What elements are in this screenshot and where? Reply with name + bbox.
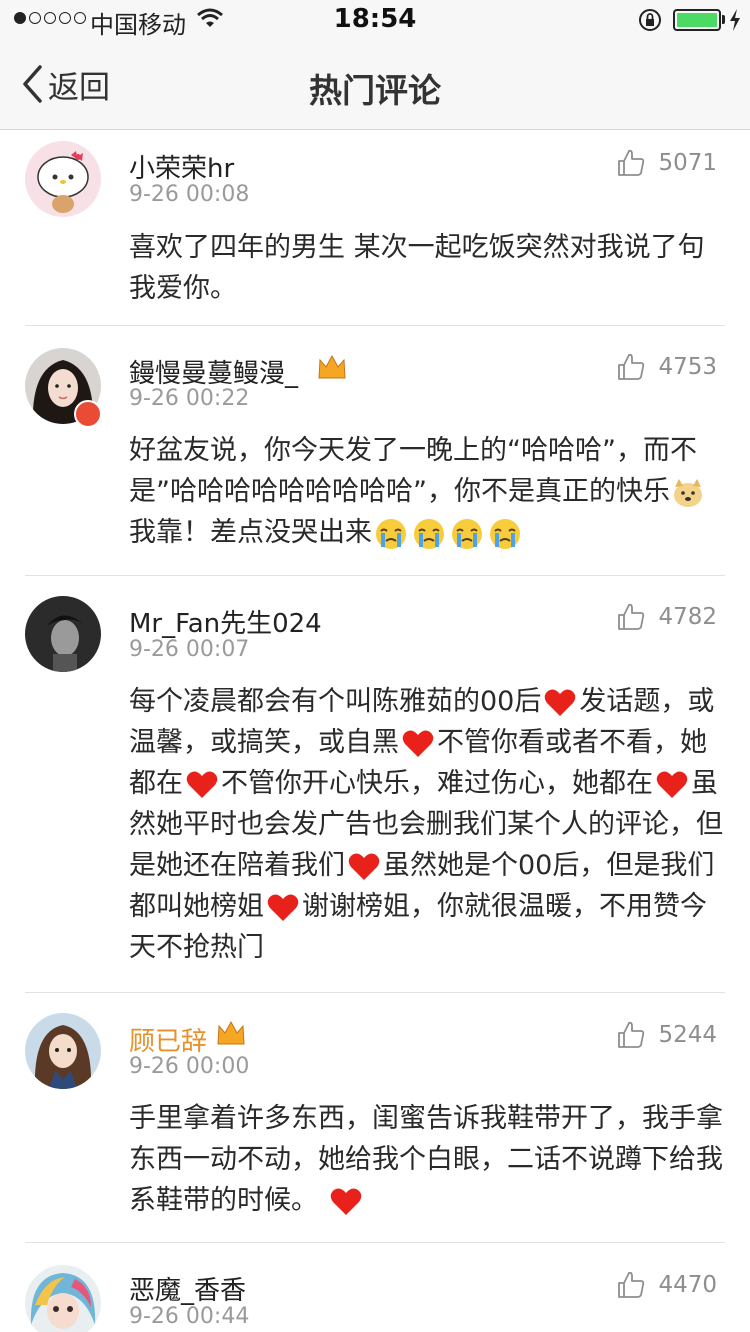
username[interactable]: Mr_Fan先生024 [129,603,322,640]
red-heart-icon [348,853,380,880]
doge-face-icon [673,478,702,507]
avatar[interactable] [25,1265,101,1332]
username[interactable]: 顾已辞 [129,1021,207,1058]
page-title: 热门评论 [309,71,441,110]
comment-text-part: 手里拿着许多东西，闺蜜告诉我鞋带开了，我手拿东西一动不动，她给我个白眼，二话不说… [129,1103,723,1216]
comment-time: 9-26 00:22 [129,386,250,411]
crying-face-icon [414,518,444,549]
like-count: 5244 [658,1022,717,1048]
comment-time: 9-26 00:07 [129,637,250,662]
comment-text: 喜欢了四年的男生 某次一起吃饭突然对我说了句 我爱你。 [129,227,729,309]
thumbs-up-icon [618,353,645,380]
like-button[interactable]: 4782 [616,602,717,632]
thumbs-up-icon [618,1021,645,1048]
like-count: 4753 [658,354,717,380]
divider [25,992,725,993]
thumbs-up-icon [618,603,645,630]
rotation-lock-icon [639,9,661,31]
gold-crown-icon [217,1020,245,1045]
thumbs-up-icon [618,149,645,176]
like-count: 5071 [658,150,717,176]
comment-text-part: 喜欢了四年的男生 某次一起吃饭突然对我说了句 我爱你。 [129,232,705,304]
like-button[interactable]: 4470 [616,1270,717,1300]
battery-tip [722,15,725,24]
avatar[interactable] [25,141,101,217]
gold-crown-icon [318,354,346,379]
comment-time: 9-26 00:00 [129,1054,250,1079]
crying-face-icon [376,518,406,549]
comment-text-part: 好盆友说，你今天发了一晚上的“哈哈哈”，而不是”哈哈哈哈哈哈哈哈哈”，你不是真正… [129,435,697,507]
red-heart-icon [186,771,218,798]
red-heart-icon [656,771,688,798]
avatar[interactable] [25,1013,101,1089]
crying-face-icon [490,518,520,549]
comment-text: 手里拿着许多东西，闺蜜告诉我鞋带开了，我手拿东西一动不动，她给我个白眼，二话不说… [129,1098,729,1221]
navigation-bar: 返回 热门评论 [0,40,750,130]
like-button[interactable]: 5244 [616,1020,717,1050]
battery-icon [673,9,721,31]
divider [25,1242,725,1243]
comment-time: 9-26 00:08 [129,182,250,207]
divider [25,575,725,576]
like-count: 4470 [658,1272,717,1298]
comment-text: 每个凌晨都会有个叫陈雅茹的00后 发话题，或温馨，或搞笑，或自黑 不管你看或者不看，… [129,681,729,968]
avatar[interactable] [25,596,101,672]
comment-text-part: 每个凌晨都会有个叫陈雅茹的00后 [129,686,542,717]
crying-face-icon [452,518,482,549]
like-count: 4782 [658,604,717,630]
comment-text-part: 不管你开心快乐，难过伤心，她都在 [221,768,653,799]
red-heart-icon [330,1188,361,1215]
like-button[interactable]: 4753 [616,352,717,382]
divider [25,325,725,326]
like-button[interactable]: 5071 [616,148,717,178]
red-heart-icon [402,730,434,757]
red-heart-icon [545,689,576,716]
username[interactable]: 小荣荣hr [129,148,234,185]
comment-text: 好盆友说，你今天发了一晚上的“哈哈哈”，而不是”哈哈哈哈哈哈哈哈哈”，你不是真正… [129,430,729,553]
thumbs-up-icon [618,1271,645,1298]
comment-text-part: 我靠！差点没哭出来 [129,517,372,548]
status-bar: 中国移动 18:54 [0,0,750,40]
verified-badge-icon [74,400,102,428]
red-heart-icon [267,894,299,921]
username[interactable]: 鏝慢曼蔓鳗漫_ [129,353,298,390]
username[interactable]: 恶魔_香香 [129,1270,246,1307]
charging-bolt-icon [730,9,740,31]
comment-time: 9-26 00:44 [129,1304,250,1329]
